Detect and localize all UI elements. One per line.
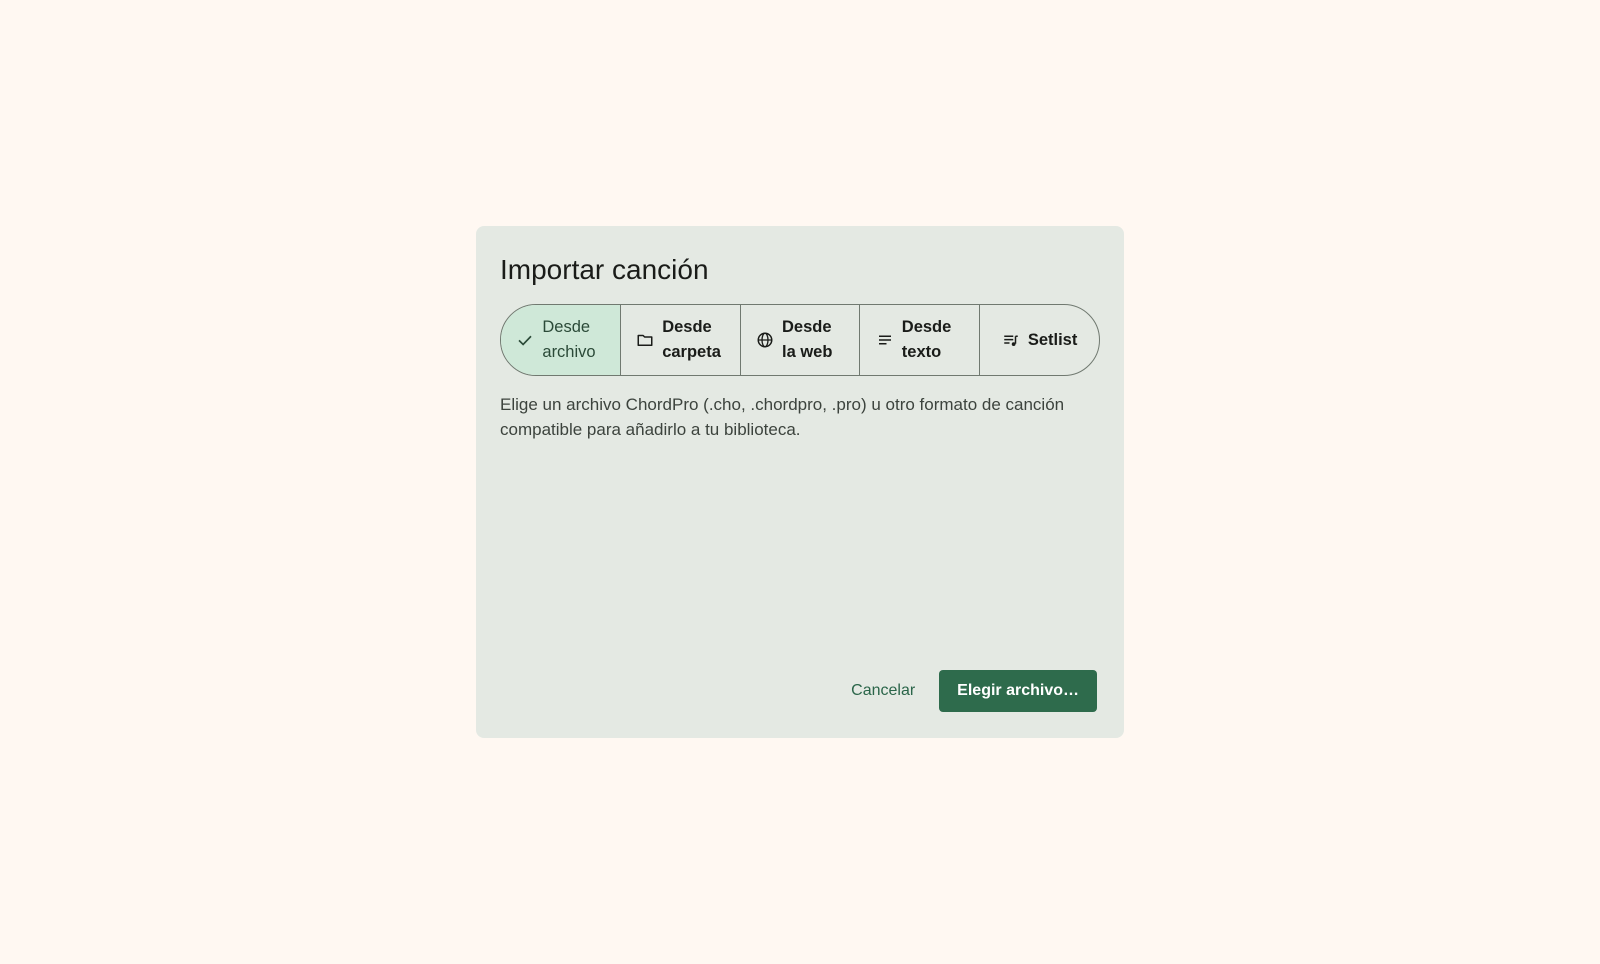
globe-icon <box>756 331 774 349</box>
tab-label: Desde la web <box>781 318 833 361</box>
tab-from-file[interactable]: Desde archivo <box>501 305 621 375</box>
tab-from-text[interactable]: Desde texto <box>860 305 981 375</box>
cancel-button[interactable]: Cancelar <box>849 672 917 710</box>
dialog-actions: Cancelar Elegir archivo… <box>849 670 1097 712</box>
tab-label: Desde archivo <box>542 318 596 361</box>
tab-setlist[interactable]: Setlist <box>980 305 1099 375</box>
choose-file-button[interactable]: Elegir archivo… <box>939 670 1097 712</box>
dialog-title: Importar canción <box>500 254 709 285</box>
tab-label: Desde texto <box>901 318 952 361</box>
tab-from-folder[interactable]: Desde carpeta <box>621 305 741 375</box>
import-source-segmented-control: Desde archivo Desde carpeta Desde la web <box>500 304 1100 376</box>
queue-music-icon <box>1002 331 1020 349</box>
tab-label: Desde carpeta <box>662 318 721 361</box>
dialog-description: Elige un archivo ChordPro (.cho, .chordp… <box>500 395 1065 439</box>
import-song-dialog: Importar canción Desde archivo Desde car… <box>476 226 1124 738</box>
tab-label: Setlist <box>1027 330 1078 349</box>
tab-from-web[interactable]: Desde la web <box>741 305 861 375</box>
folder-icon <box>636 331 654 349</box>
text-lines-icon <box>876 331 894 349</box>
check-icon <box>516 331 534 349</box>
